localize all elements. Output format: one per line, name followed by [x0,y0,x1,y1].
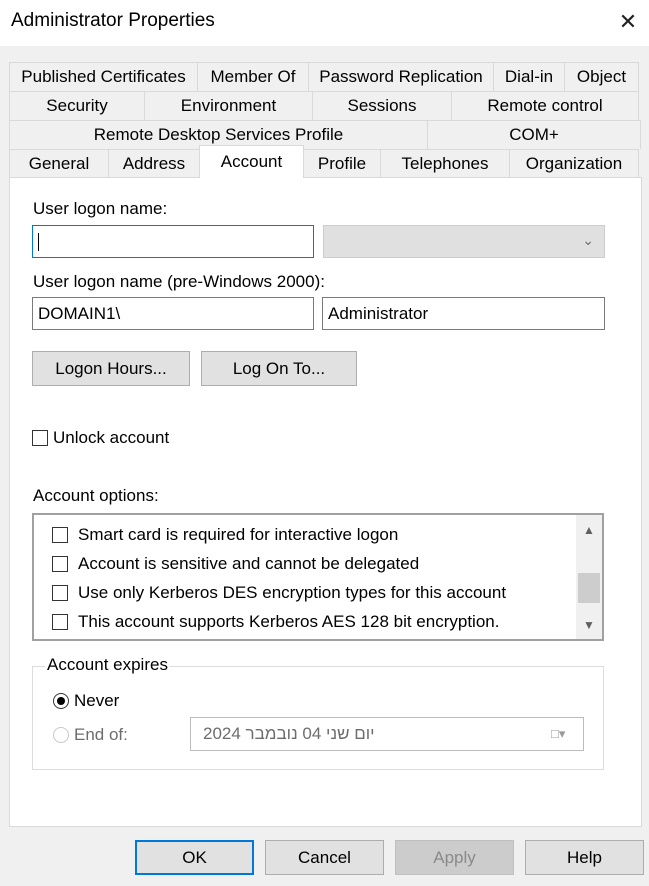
list-item[interactable]: Smart card is required for interactive l… [52,522,398,548]
tab-row-1: Published Certificates Member Of Passwor… [9,62,639,91]
account-expires-label: Account expires [45,655,170,675]
scrollbar-thumb[interactable] [578,573,600,603]
option-label: This account supports Kerberos AES 128 b… [78,612,500,631]
tab-general[interactable]: General [9,149,109,178]
option-label: Use only Kerberos DES encryption types f… [78,583,507,602]
option-label: Smart card is required for interactive l… [78,525,399,544]
tab-row-3: Remote Desktop Services Profile COM+ [9,120,641,149]
tab-remote-control[interactable]: Remote control [451,91,639,120]
option-checkbox[interactable] [52,527,68,543]
list-item[interactable]: Account is sensitive and cannot be deleg… [52,551,419,577]
expires-end-of-label: End of: [74,725,128,744]
logon-name-input[interactable] [32,225,314,258]
pre-windows-2000-label: User logon name (pre-Windows 2000): [33,272,325,291]
tab-security[interactable]: Security [9,91,145,120]
chevron-up-icon[interactable]: ▲ [576,520,602,540]
help-button[interactable]: Help [525,840,644,875]
tab-member-of[interactable]: Member Of [197,62,309,91]
option-checkbox[interactable] [52,614,68,630]
tab-account[interactable]: Account [199,145,304,178]
pre-windows-2000-domain-field: DOMAIN1\ [32,297,314,330]
tab-environment[interactable]: Environment [144,91,313,120]
text-caret [38,232,39,251]
logon-hours-button[interactable]: Logon Hours... [32,351,190,386]
chevron-down-icon: ⌄ [582,232,594,248]
expires-never-label: Never [74,691,120,710]
tab-published-certificates[interactable]: Published Certificates [9,62,198,91]
account-options-list[interactable]: Smart card is required for interactive l… [32,513,604,641]
tab-telephones[interactable]: Telephones [380,149,510,178]
pre-windows-2000-domain-value: DOMAIN1\ [38,303,121,323]
pre-windows-2000-username-input[interactable]: Administrator [322,297,605,330]
title-bar: Administrator Properties ✕ [0,0,649,46]
upn-suffix-dropdown[interactable]: ⌄ [323,225,605,258]
tab-organization[interactable]: Organization [509,149,639,178]
tab-com-plus[interactable]: COM+ [427,120,641,149]
tab-password-replication[interactable]: Password Replication [308,62,494,91]
tab-row-4: General Address Account Profile Telephon… [9,145,639,178]
window-title: Administrator Properties [11,10,215,31]
ok-button[interactable]: OK [135,840,254,875]
log-on-to-button[interactable]: Log On To... [201,351,357,386]
expires-end-of-radio[interactable] [53,727,69,743]
account-options-label: Account options: [33,486,159,505]
tab-dial-in[interactable]: Dial-in [493,62,565,91]
list-item[interactable]: This account supports Kerberos AES 128 b… [52,609,499,635]
tab-object[interactable]: Object [564,62,639,91]
option-label: Account is sensitive and cannot be deleg… [78,554,420,573]
tab-address[interactable]: Address [108,149,200,178]
expires-never-radio[interactable] [53,693,69,709]
close-icon[interactable]: ✕ [608,4,648,40]
unlock-account-checkbox[interactable] [32,430,48,446]
tab-profile[interactable]: Profile [303,149,381,178]
list-item[interactable]: Use only Kerberos DES encryption types f… [52,580,506,606]
tab-sessions[interactable]: Sessions [312,91,452,120]
option-checkbox[interactable] [52,556,68,572]
logon-name-label: User logon name: [33,199,168,218]
calendar-icon[interactable]: □▾ [551,726,575,742]
unlock-account-label: Unlock account [53,428,170,447]
option-checkbox[interactable] [52,585,68,601]
expires-date-value: יום שני 04 נובמבר 2024 [203,724,375,743]
chevron-down-icon[interactable]: ▼ [576,615,602,635]
cancel-button[interactable]: Cancel [265,840,384,875]
tab-row-2: Security Environment Sessions Remote con… [9,91,639,120]
expires-date-picker[interactable]: יום שני 04 נובמבר 2024 □▾ [190,717,584,751]
account-options-scrollbar[interactable]: ▲ ▼ [576,515,602,639]
apply-button[interactable]: Apply [395,840,514,875]
pre-windows-2000-username-value: Administrator [328,303,429,323]
